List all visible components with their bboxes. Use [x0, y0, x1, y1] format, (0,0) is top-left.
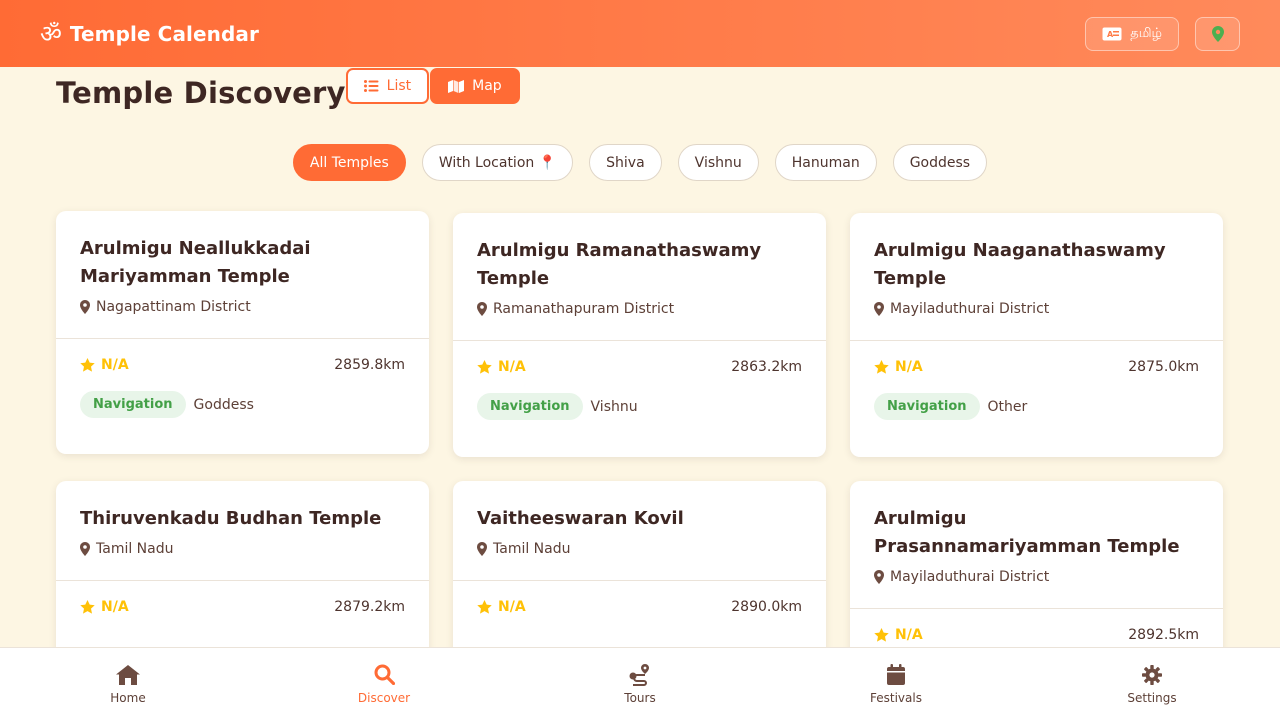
map-marker-icon — [477, 302, 487, 316]
navigation-tag[interactable]: Navigation — [874, 393, 980, 420]
page-title: Temple Discovery — [56, 76, 346, 110]
distance: 2875.0km — [1128, 359, 1199, 375]
list-icon — [363, 80, 379, 92]
rating-value: N/A — [101, 599, 129, 615]
rating-value: N/A — [895, 359, 923, 375]
filter-with-location[interactable]: With Location 📍 — [421, 144, 574, 181]
temple-name: Arulmigu Naaganathaswamy Temple — [874, 240, 1166, 289]
star-icon — [80, 358, 95, 372]
temple-location: Mayiladuthurai District — [874, 569, 1199, 585]
distance: 2892.5km — [1128, 627, 1199, 643]
navigation-tag[interactable]: Navigation — [80, 391, 186, 418]
temple-name: Arulmigu Ramanathaswamy Temple — [477, 240, 762, 289]
deity-tag: Other — [987, 398, 1028, 415]
list-view-button[interactable]: List — [345, 68, 430, 104]
svg-text:A: A — [1107, 30, 1114, 39]
star-icon — [477, 360, 492, 374]
map-view-button[interactable]: Map — [430, 68, 520, 104]
map-marker-icon — [874, 302, 884, 316]
distance: 2859.8km — [334, 357, 405, 373]
rating-value: N/A — [101, 357, 129, 373]
temple-location: Nagapattinam District — [80, 299, 405, 315]
location-label: Nagapattinam District — [96, 299, 251, 315]
temple-location: Mayiladuthurai District — [874, 301, 1199, 317]
nav-festivals[interactable]: Festivals — [768, 648, 1024, 720]
temple-name: Arulmigu Prasannamariyamman Temple — [874, 508, 1180, 557]
temple-card[interactable]: Arulmigu Ramanathaswamy Temple Ramanatha… — [453, 213, 826, 457]
language-toggle-button[interactable]: A தமிழ் — [1085, 16, 1179, 51]
language-label: தமிழ் — [1130, 25, 1162, 41]
calendar-icon — [887, 664, 905, 685]
star-icon — [477, 600, 492, 614]
nav-festivals-label: Festivals — [870, 690, 922, 705]
navigation-tag[interactable]: Navigation — [477, 393, 583, 420]
star-icon — [874, 628, 889, 642]
rating: N/A — [874, 627, 923, 643]
nav-tours[interactable]: Tours — [512, 648, 768, 720]
temple-location: Tamil Nadu — [477, 541, 802, 557]
brand[interactable]: ॐ Temple Calendar — [40, 22, 259, 46]
filter-vishnu[interactable]: Vishnu — [677, 144, 759, 181]
map-marker-icon — [874, 570, 884, 584]
deity-tag: Vishnu — [590, 398, 638, 415]
map-marker-icon — [80, 300, 90, 314]
rating: N/A — [80, 357, 129, 373]
filter-all-temples[interactable]: All Temples — [292, 144, 406, 181]
nav-discover[interactable]: Discover — [256, 648, 512, 720]
distance: 2879.2km — [334, 599, 405, 615]
location-label: Ramanathapuram District — [493, 301, 675, 317]
nav-settings[interactable]: Settings — [1024, 648, 1280, 720]
app-title: Temple Calendar — [69, 21, 259, 46]
deity-tag: Goddess — [193, 396, 254, 413]
rating-value: N/A — [498, 599, 526, 615]
map-marker-icon — [80, 542, 90, 556]
nav-home[interactable]: Home — [0, 648, 256, 720]
star-icon — [80, 600, 95, 614]
view-toggle: List Map — [345, 68, 520, 104]
nav-settings-label: Settings — [1127, 690, 1177, 705]
filter-goddess[interactable]: Goddess — [892, 144, 988, 181]
rating-value: N/A — [498, 359, 526, 375]
nav-tours-label: Tours — [624, 690, 656, 705]
om-logo-icon: ॐ — [40, 19, 62, 48]
filter-chips: All Temples With Location 📍 Shiva Vishnu… — [0, 144, 1280, 181]
route-icon — [629, 663, 649, 686]
rating: N/A — [477, 359, 526, 375]
location-label: Tamil Nadu — [96, 541, 174, 557]
map-view-label: Map — [472, 78, 502, 94]
distance: 2863.2km — [731, 359, 802, 375]
gear-icon — [1142, 664, 1162, 685]
map-icon — [448, 79, 465, 93]
app-header: ॐ Temple Calendar A தமிழ் — [0, 0, 1280, 67]
filter-shiva[interactable]: Shiva — [589, 144, 662, 181]
temple-card[interactable]: Arulmigu Neallukkadai Mariyamman Temple … — [56, 211, 429, 454]
rating: N/A — [874, 359, 923, 375]
filter-hanuman[interactable]: Hanuman — [774, 144, 877, 181]
location-label: Tamil Nadu — [493, 541, 571, 557]
temple-location: Ramanathapuram District — [477, 301, 802, 317]
temple-name: Thiruvenkadu Budhan Temple — [80, 508, 382, 529]
bottom-navigation: Home Discover Tours Festivals Settings — [0, 647, 1280, 720]
rating: N/A — [80, 599, 129, 615]
home-icon — [116, 664, 140, 685]
location-label: Mayiladuthurai District — [890, 301, 1050, 317]
rating-value: N/A — [895, 627, 923, 643]
search-icon — [374, 664, 395, 685]
temple-location: Tamil Nadu — [80, 541, 405, 557]
location-pin-icon — [1211, 25, 1224, 42]
temple-card[interactable]: Arulmigu Naaganathaswamy Temple Mayiladu… — [850, 213, 1223, 457]
map-marker-icon — [477, 542, 487, 556]
nav-home-label: Home — [110, 690, 146, 705]
list-view-label: List — [386, 78, 412, 94]
location-label: Mayiladuthurai District — [890, 569, 1050, 585]
language-icon: A — [1102, 27, 1122, 40]
rating: N/A — [477, 599, 526, 615]
nav-discover-label: Discover — [357, 690, 411, 705]
temple-name: Arulmigu Neallukkadai Mariyamman Temple — [80, 238, 311, 287]
temple-name: Vaitheeswaran Kovil — [477, 508, 684, 529]
star-icon — [874, 360, 889, 374]
distance: 2890.0km — [731, 599, 802, 615]
location-button[interactable] — [1195, 16, 1240, 51]
